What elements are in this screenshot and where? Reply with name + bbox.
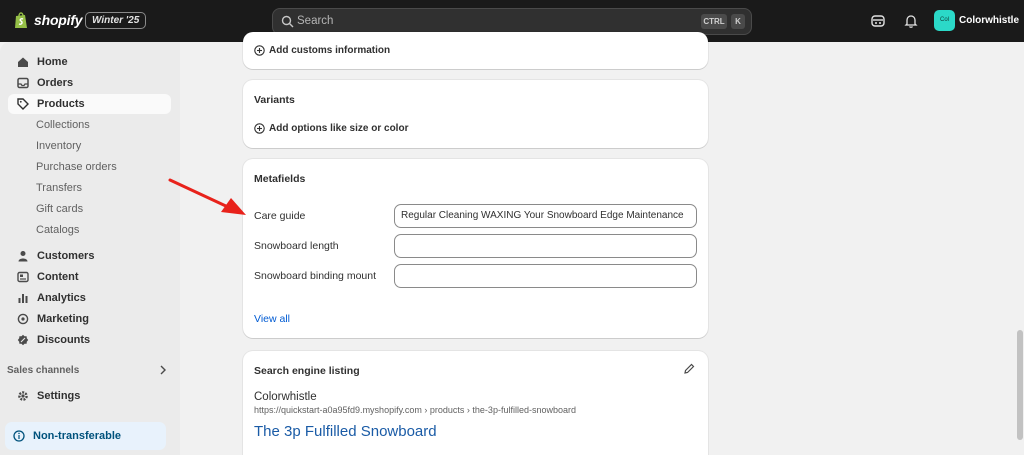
scrollbar-thumb[interactable] xyxy=(1017,330,1023,440)
nav-analytics[interactable]: Analytics xyxy=(8,288,171,308)
search-bar[interactable]: Search CTRL K xyxy=(272,8,752,35)
care-guide-label: Care guide xyxy=(254,210,306,222)
add-customs-link[interactable]: Add customs information xyxy=(254,45,390,56)
chart-bar-icon xyxy=(18,294,28,303)
plus-circle-icon xyxy=(254,45,265,56)
shopify-bag-icon xyxy=(15,12,27,28)
view-all-link[interactable]: View all xyxy=(254,313,290,325)
sidebar: Home Orders Products Collections Invento… xyxy=(0,42,180,455)
non-transferable-badge[interactable]: Non-transferable xyxy=(5,422,166,450)
seo-url: https://quickstart-a0a95fd9.myshopify.co… xyxy=(254,405,576,415)
nav-discounts[interactable]: Discounts xyxy=(8,330,171,350)
home-icon xyxy=(18,57,28,67)
metafields-title: Metafields xyxy=(254,173,306,185)
nav-customers[interactable]: Customers xyxy=(8,246,171,266)
add-options-link[interactable]: Add options like size or color xyxy=(254,123,408,134)
content-icon xyxy=(17,271,29,283)
add-customs-label: Add customs information xyxy=(269,45,391,56)
nav-purchase-orders[interactable]: Purchase orders xyxy=(36,161,117,173)
inbox-icon xyxy=(17,77,29,89)
tag-icon xyxy=(17,98,29,110)
variants-card: Variants Add options like size or color xyxy=(243,80,708,148)
nav-marketing[interactable]: Marketing xyxy=(8,309,171,329)
nav-orders[interactable]: Orders xyxy=(8,73,171,93)
snowboard-length-field[interactable] xyxy=(394,234,697,258)
variants-title: Variants xyxy=(254,94,295,106)
discount-icon xyxy=(17,334,29,346)
gear-icon xyxy=(18,391,28,401)
info-icon xyxy=(13,430,25,442)
store-name[interactable]: Colorwhistle xyxy=(959,15,1019,26)
seo-title: Search engine listing xyxy=(254,365,360,377)
nav-content[interactable]: Content xyxy=(8,267,171,287)
shortcut-k-key: K xyxy=(731,14,745,29)
nav-analytics-label: Analytics xyxy=(37,292,86,304)
nav-settings-label: Settings xyxy=(37,390,81,402)
nav-orders-label: Orders xyxy=(37,77,74,89)
snowboard-length-label: Snowboard length xyxy=(254,240,339,252)
plus-circle-icon xyxy=(254,123,265,134)
nav-products[interactable]: Products xyxy=(8,94,171,114)
nav-collections[interactable]: Collections xyxy=(36,119,90,131)
brand-name: shopify xyxy=(34,12,83,28)
nav-products-label: Products xyxy=(37,98,85,110)
nav-inventory[interactable]: Inventory xyxy=(36,140,81,152)
target-icon xyxy=(17,313,29,325)
nav-settings[interactable]: Settings xyxy=(8,386,171,406)
sales-channels-heading[interactable]: Sales channels xyxy=(7,365,79,376)
seo-store-name: Colorwhistle xyxy=(254,391,317,403)
seo-card: Search engine listing Colorwhistle https… xyxy=(243,351,708,455)
sidekick-icon[interactable] xyxy=(870,13,886,29)
nav-transfers[interactable]: Transfers xyxy=(36,182,82,194)
annotation-arrow-icon xyxy=(168,178,246,215)
bell-icon[interactable] xyxy=(903,13,919,29)
metafields-card: Metafields Care guide Regular Cleaning W… xyxy=(243,159,708,338)
nav-home-label: Home xyxy=(37,56,68,68)
shortcut-ctrl-key: CTRL xyxy=(701,14,727,29)
season-badge[interactable]: Winter '25 xyxy=(85,12,147,29)
search-placeholder: Search xyxy=(297,15,334,27)
nav-catalogs[interactable]: Catalogs xyxy=(36,224,79,236)
pencil-icon[interactable] xyxy=(683,363,695,375)
nav-home[interactable]: Home xyxy=(8,52,171,72)
binding-mount-label: Snowboard binding mount xyxy=(254,270,377,282)
person-icon xyxy=(18,251,28,262)
chevron-right-icon[interactable] xyxy=(159,365,167,375)
add-options-label: Add options like size or color xyxy=(269,123,409,134)
store-avatar[interactable]: Col xyxy=(934,10,955,31)
nav-marketing-label: Marketing xyxy=(37,313,89,325)
shipping-card: Add customs information xyxy=(243,32,708,69)
nav-customers-label: Customers xyxy=(37,250,95,262)
seo-page-title: The 3p Fulfilled Snowboard xyxy=(254,423,437,440)
binding-mount-field[interactable] xyxy=(394,264,697,288)
nav-gift-cards[interactable]: Gift cards xyxy=(36,203,83,215)
non-transferable-label: Non-transferable xyxy=(33,430,122,442)
nav-content-label: Content xyxy=(37,271,79,283)
shopify-logo[interactable]: shopify xyxy=(14,11,83,29)
search-icon xyxy=(281,15,294,28)
nav-discounts-label: Discounts xyxy=(37,334,91,346)
care-guide-field[interactable]: Regular Cleaning WAXING Your Snowboard E… xyxy=(394,204,697,228)
